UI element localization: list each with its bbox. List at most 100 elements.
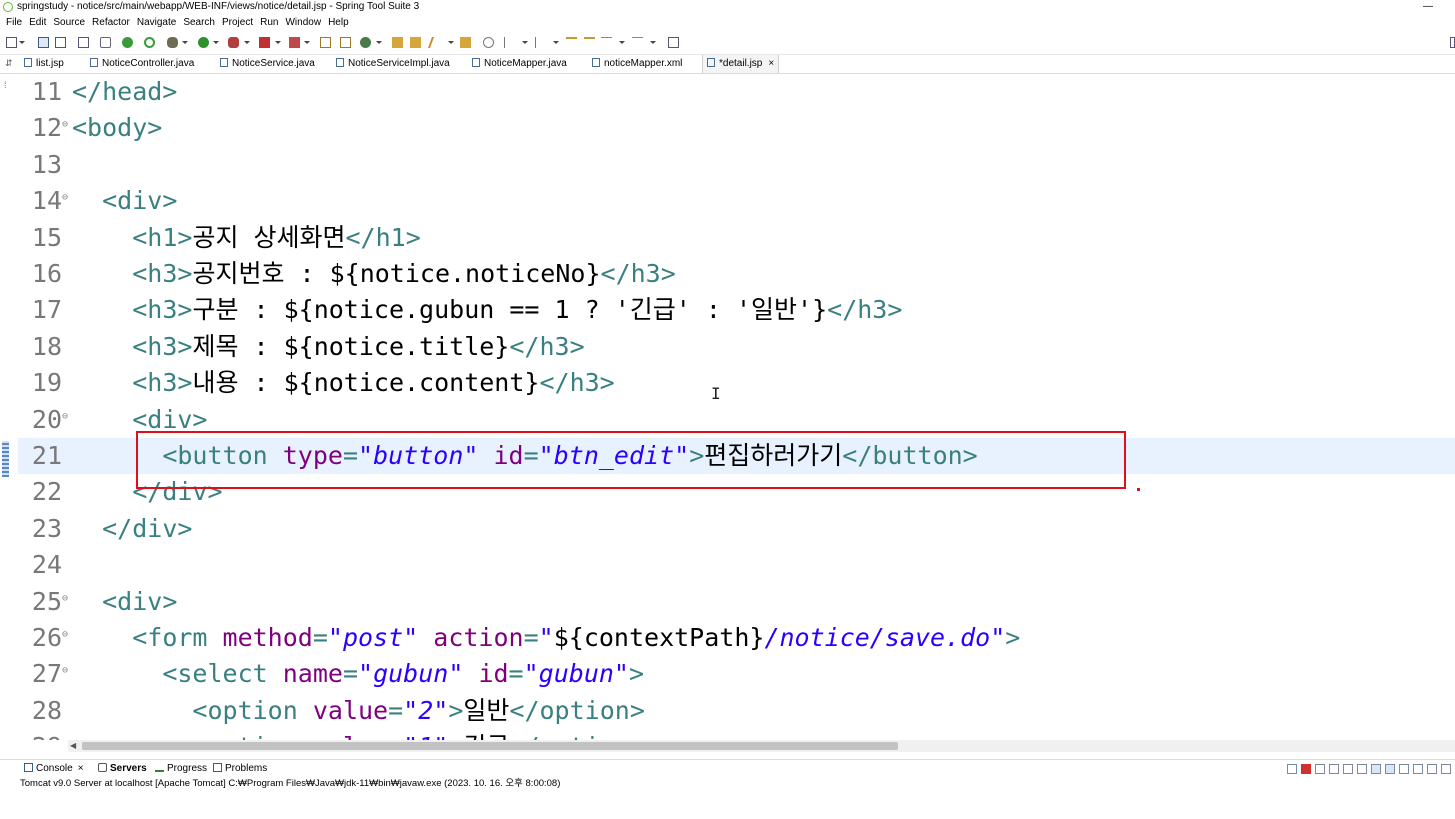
- publish-icon[interactable]: [289, 37, 300, 48]
- fold-toggle-icon[interactable]: ⊖: [62, 110, 72, 140]
- console-icon[interactable]: [78, 37, 89, 48]
- open-type-icon[interactable]: [392, 37, 403, 48]
- code-line[interactable]: 24: [18, 547, 1455, 583]
- new-dropdown-icon[interactable]: [19, 41, 25, 44]
- code-line[interactable]: 19 <h3>내용 : ${notice.content}</h3>: [18, 365, 1455, 401]
- fold-toggle-icon[interactable]: ⊖: [62, 656, 72, 686]
- annotation-dropdown-icon[interactable]: [522, 41, 528, 44]
- pin-console-icon[interactable]: [1399, 764, 1409, 774]
- server-dropdown-icon[interactable]: [275, 41, 281, 44]
- forward-dropdown-icon[interactable]: [650, 41, 656, 44]
- search-pen-icon[interactable]: [427, 37, 444, 48]
- external-dropdown-icon[interactable]: [244, 41, 250, 44]
- menu-source[interactable]: Source: [53, 15, 85, 31]
- annotation-icon[interactable]: [483, 37, 494, 48]
- code-line[interactable]: 12 ⊖ <body>: [18, 110, 1455, 146]
- spring-boot-icon[interactable]: [122, 37, 133, 48]
- code-line[interactable]: 16 <h3>공지번호 : ${notice.noticeNo}</h3>: [18, 256, 1455, 292]
- code-line[interactable]: 28 <option value="2">일반</option>: [18, 693, 1455, 729]
- open-task-icon[interactable]: [410, 37, 421, 48]
- save-all-icon[interactable]: [55, 37, 66, 48]
- debug-icon[interactable]: [167, 37, 178, 48]
- minimize-panel-icon[interactable]: [1441, 764, 1451, 774]
- perspective-icon[interactable]: [1450, 37, 1455, 48]
- tab-notice-service[interactable]: NoticeService.java: [220, 55, 315, 73]
- code-line[interactable]: 11 </head>: [18, 74, 1455, 110]
- open-console-icon[interactable]: [1427, 764, 1437, 774]
- minimize-button[interactable]: —: [1423, 0, 1433, 14]
- menu-file[interactable]: File: [6, 15, 22, 31]
- next-annotation-icon[interactable]: [504, 37, 515, 48]
- menu-help[interactable]: Help: [328, 15, 349, 31]
- close-tab-icon[interactable]: ×: [768, 58, 774, 69]
- back-edit-icon[interactable]: [584, 37, 595, 48]
- tab-console[interactable]: Console ×: [24, 760, 84, 778]
- fold-toggle-icon[interactable]: ⊖: [62, 183, 72, 213]
- outline-icon[interactable]: ⁞: [4, 80, 7, 90]
- code-line[interactable]: 13: [18, 147, 1455, 183]
- tab-progress[interactable]: Progress: [155, 760, 207, 778]
- debug-dropdown-icon[interactable]: [182, 41, 188, 44]
- code-line[interactable]: 14 ⊖ <div>: [18, 183, 1455, 219]
- menu-window[interactable]: Window: [285, 15, 321, 31]
- tab-problems[interactable]: Problems: [213, 760, 267, 778]
- horizontal-scrollbar[interactable]: ◀: [68, 740, 1455, 752]
- remove-launch-icon[interactable]: [1287, 764, 1297, 774]
- code-line[interactable]: 25 ⊖ <div>: [18, 584, 1455, 620]
- scrollbar-thumb[interactable]: [82, 742, 898, 750]
- prev-annotation-icon[interactable]: [535, 37, 546, 48]
- scroll-lock-icon[interactable]: [1343, 764, 1353, 774]
- menu-navigate[interactable]: Navigate: [137, 15, 176, 31]
- back-icon[interactable]: [601, 37, 612, 48]
- menu-run[interactable]: Run: [260, 15, 278, 31]
- terminate-icon[interactable]: [1301, 764, 1311, 774]
- run-icon[interactable]: [198, 37, 209, 48]
- code-line[interactable]: 27 ⊖ <select name="gubun" id="gubun">: [18, 656, 1455, 692]
- new-java-project-icon[interactable]: [320, 37, 331, 48]
- show-stderr-icon[interactable]: [1385, 764, 1395, 774]
- menu-edit[interactable]: Edit: [29, 15, 46, 31]
- menu-refactor[interactable]: Refactor: [92, 15, 130, 31]
- fold-toggle-icon[interactable]: ⊖: [62, 402, 72, 432]
- back-dropdown-icon[interactable]: [619, 41, 625, 44]
- tab-servers[interactable]: Servers: [98, 760, 147, 778]
- code-line[interactable]: 15 <h1>공지 상세화면</h1>: [18, 220, 1455, 256]
- tab-notice-mapper-xml[interactable]: noticeMapper.xml: [592, 55, 682, 73]
- code-line[interactable]: 18 <h3>제목 : ${notice.title}</h3>: [18, 329, 1455, 365]
- open-folder-icon[interactable]: [460, 37, 471, 48]
- stop-server-icon[interactable]: [259, 37, 270, 48]
- code-line[interactable]: 17 <h3>구분 : ${notice.gubun == 1 ? '긴급' :…: [18, 292, 1455, 328]
- close-console-icon[interactable]: ×: [78, 763, 84, 774]
- tab-notice-controller[interactable]: NoticeController.java: [90, 55, 194, 73]
- external-tools-icon[interactable]: [228, 37, 239, 48]
- display-console-icon[interactable]: [1413, 764, 1423, 774]
- menu-search[interactable]: Search: [183, 15, 215, 31]
- publish-dropdown-icon[interactable]: [304, 41, 310, 44]
- tab-detail-jsp[interactable]: *detail.jsp ×: [702, 55, 780, 73]
- fold-toggle-icon[interactable]: ⊖: [62, 620, 72, 650]
- new-class-icon[interactable]: [360, 37, 371, 48]
- forward-icon[interactable]: [632, 37, 643, 48]
- word-wrap-icon[interactable]: [1357, 764, 1367, 774]
- fold-toggle-icon[interactable]: ⊖: [62, 584, 72, 614]
- code-line[interactable]: 23 </div>: [18, 511, 1455, 547]
- refresh-icon[interactable]: [144, 37, 155, 48]
- search-dropdown-icon[interactable]: [448, 41, 454, 44]
- new-file-icon[interactable]: [6, 37, 17, 48]
- show-stdout-icon[interactable]: [1371, 764, 1381, 774]
- save-icon[interactable]: [38, 37, 49, 48]
- code-line[interactable]: 29 <option value="1">긴급</option>: [18, 729, 1455, 740]
- tab-list-jsp[interactable]: list.jsp: [24, 55, 64, 73]
- clear-console-icon[interactable]: [1329, 764, 1339, 774]
- menu-project[interactable]: Project: [222, 15, 253, 31]
- tab-notice-mapper[interactable]: NoticeMapper.java: [472, 55, 567, 73]
- skip-breakpoints-icon[interactable]: [100, 37, 111, 48]
- code-line[interactable]: 26 ⊖ <form method="post" action="${contex…: [18, 620, 1455, 656]
- code-editor[interactable]: 11 </head> 12 ⊖ <body> 13 14 ⊖ <div> 15 <h1>공지 상…: [18, 74, 1455, 740]
- run-dropdown-icon[interactable]: [213, 41, 219, 44]
- new-package-icon[interactable]: [340, 37, 351, 48]
- tab-notice-service-impl[interactable]: NoticeServiceImpl.java: [336, 55, 450, 73]
- scroll-left-icon[interactable]: ◀: [70, 740, 76, 752]
- prev-annotation-dropdown-icon[interactable]: [553, 41, 559, 44]
- remove-all-icon[interactable]: [1315, 764, 1325, 774]
